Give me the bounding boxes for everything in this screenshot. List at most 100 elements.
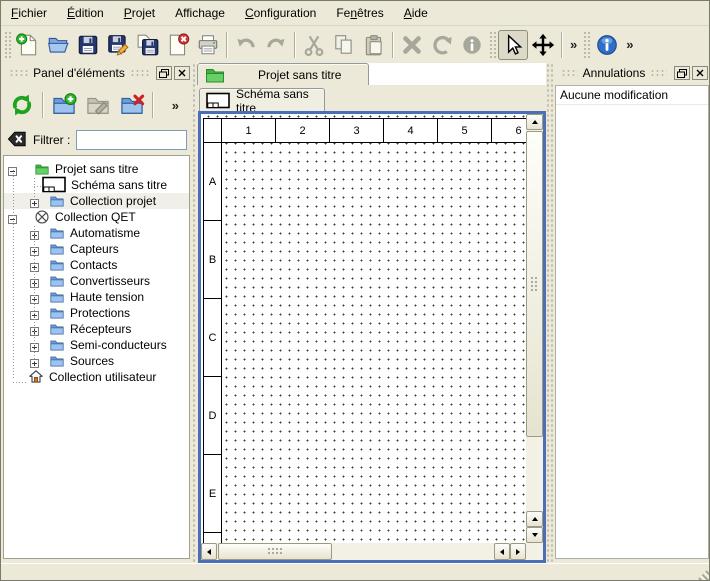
elements-panel-titlebar[interactable]: Panel d'éléments: [1, 63, 193, 83]
float-button[interactable]: [156, 66, 172, 80]
reload-collections-button[interactable]: [5, 88, 39, 122]
right-splitter[interactable]: [546, 63, 553, 563]
menu-configuration[interactable]: Configuration: [235, 3, 326, 23]
menu-bar: FichierÉditionProjetAffichageConfigurati…: [1, 1, 710, 26]
tree-item-collection-projet[interactable]: Collection projet: [4, 193, 189, 209]
menu-aide[interactable]: Aide: [394, 3, 438, 23]
undo-button[interactable]: [231, 30, 261, 60]
tree-item-convertisseurs[interactable]: Convertisseurs: [4, 273, 189, 289]
tree-item-haute-tension[interactable]: Haute tension: [4, 289, 189, 305]
tree-item-projet-sans-titre[interactable]: Projet sans titre: [4, 161, 189, 177]
toolbar-handle[interactable]: [583, 31, 590, 59]
delete-button[interactable]: [397, 30, 427, 60]
undo-dock-titlebar[interactable]: Annulations: [553, 63, 710, 83]
paste-button[interactable]: [359, 30, 389, 60]
float-button[interactable]: [674, 66, 690, 80]
copy-icon: [332, 33, 356, 57]
tree-item-capteurs[interactable]: Capteurs: [4, 241, 189, 257]
tree-item-label: Haute tension: [70, 290, 144, 304]
scroll-right-button[interactable]: [510, 543, 526, 560]
resize-grip-icon[interactable]: [696, 568, 709, 581]
tab-projet-sans-titre[interactable]: Projet sans titre: [197, 63, 369, 86]
toolbar-handle[interactable]: [4, 31, 11, 59]
tree-item-label: Collection projet: [70, 194, 156, 208]
element-info-button[interactable]: [457, 30, 487, 60]
pan-mode-button[interactable]: [528, 30, 558, 60]
close-button[interactable]: [174, 66, 190, 80]
toolbar-overflow-button[interactable]: »: [566, 37, 581, 52]
tree-item-contacts[interactable]: Contacts: [4, 257, 189, 273]
menu-fenetres[interactable]: Fenêtres: [326, 3, 393, 23]
toolbar-overflow-button[interactable]: »: [622, 37, 637, 52]
folder-delete-icon: [119, 92, 145, 118]
cut-button[interactable]: [299, 30, 329, 60]
folder-edit-icon: [85, 92, 111, 118]
vertical-scroll-thumb[interactable]: [526, 131, 543, 437]
column-header-6: 6: [491, 118, 526, 143]
save-as-button[interactable]: [103, 30, 133, 60]
save-all-button[interactable]: [133, 30, 163, 60]
close-document-icon: [166, 33, 190, 57]
toolbar-separator: [42, 92, 44, 118]
menu-projet[interactable]: Projet: [114, 3, 165, 23]
horizontal-scrollbar[interactable]: [201, 543, 526, 560]
tree-item-semi-conducteurs[interactable]: Semi-conducteurs: [4, 337, 189, 353]
toolbar-overflow-button[interactable]: »: [168, 98, 183, 113]
undo-dock-title: Annulations: [583, 66, 646, 80]
close-document-button[interactable]: [163, 30, 193, 60]
filter-label: Filtrer :: [33, 133, 70, 147]
folder-icon: [49, 321, 65, 337]
copy-button[interactable]: [329, 30, 359, 60]
undo-list-item[interactable]: Aucune modification: [556, 86, 708, 105]
new-document-button[interactable]: [13, 30, 43, 60]
menu-edition[interactable]: Édition: [57, 3, 114, 23]
toolbar-handle[interactable]: [489, 31, 496, 59]
info-blue-icon: [595, 33, 619, 57]
scroll-left-button[interactable]: [201, 543, 217, 560]
vertical-scrollbar[interactable]: [526, 114, 543, 543]
tree-item-collection-utilisateur[interactable]: Collection utilisateur: [4, 369, 189, 385]
column-header-2: 2: [275, 118, 330, 143]
delete-category-button[interactable]: [115, 88, 149, 122]
menu-affichage[interactable]: Affichage: [165, 3, 235, 23]
tree-connector-stub: [34, 186, 42, 187]
folder-icon: [49, 193, 65, 209]
menu-fichier[interactable]: Fichier: [1, 3, 57, 23]
close-button[interactable]: [692, 66, 708, 80]
scroll-up-button-2[interactable]: [526, 511, 543, 527]
new-category-button[interactable]: [47, 88, 81, 122]
scroll-up-button[interactable]: [526, 114, 543, 130]
tree-item-protections[interactable]: Protections: [4, 305, 189, 321]
tree-item-schema-sans-titre[interactable]: Schéma sans titre: [4, 177, 189, 193]
filter-input[interactable]: [76, 130, 187, 150]
select-mode-button[interactable]: [498, 30, 528, 60]
scroll-left-button-2[interactable]: [494, 543, 510, 560]
about-qet-button[interactable]: [592, 30, 622, 60]
dock-grip: [561, 69, 578, 77]
tree-item-label: Capteurs: [70, 242, 119, 256]
column-header-1: 1: [221, 118, 276, 143]
tree-item-label: Contacts: [70, 258, 117, 272]
tree-item-recepteurs[interactable]: Récepteurs: [4, 321, 189, 337]
edit-category-button[interactable]: [81, 88, 115, 122]
clear-filter-icon[interactable]: [7, 129, 27, 152]
diagram-canvas[interactable]: 123456ABCDE: [201, 114, 526, 543]
scroll-down-button[interactable]: [526, 527, 543, 543]
tab-schema-sans-titre[interactable]: Schéma sans titre: [199, 88, 325, 112]
filter-row: Filtrer :: [1, 127, 193, 153]
tree-item-sources[interactable]: Sources: [4, 353, 189, 369]
tree-item-collection-qet[interactable]: Collection QET: [4, 209, 189, 225]
open-icon: [46, 33, 70, 57]
open-project-button[interactable]: [43, 30, 73, 60]
tree-item-label: Collection QET: [55, 210, 136, 224]
horizontal-scroll-thumb[interactable]: [218, 543, 332, 560]
redo-button[interactable]: [261, 30, 291, 60]
tree-item-automatisme[interactable]: Automatisme: [4, 225, 189, 241]
save-button[interactable]: [73, 30, 103, 60]
dock-grip: [650, 69, 667, 77]
print-button[interactable]: [193, 30, 223, 60]
folder-icon: [49, 337, 65, 353]
row-header-clipped: [203, 532, 222, 543]
rotate-button[interactable]: [427, 30, 457, 60]
cut-icon: [302, 33, 326, 57]
